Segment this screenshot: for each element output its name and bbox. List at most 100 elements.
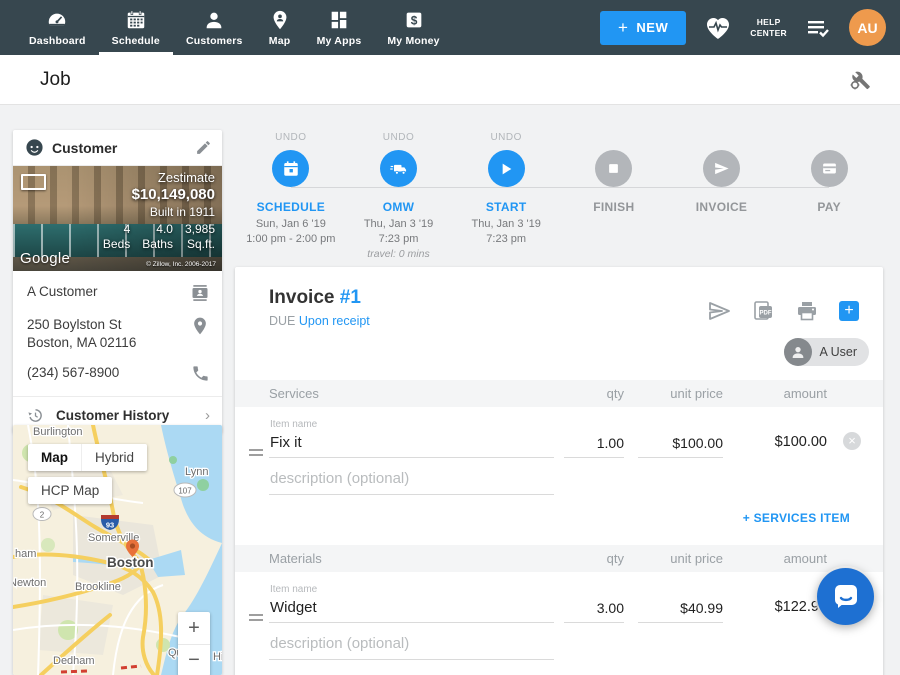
undo-omw-button[interactable]: UNDO <box>345 132 453 150</box>
zestimate-overlay: Zestimate $10,149,080 Built in 1911 4Bed… <box>103 170 215 252</box>
material-line-item: Item name Widget 3.00 $40.99 $122.97 × d… <box>235 572 883 660</box>
zoom-out-button[interactable]: − <box>178 644 210 675</box>
timeline-step-invoice: INVOICE <box>668 132 776 264</box>
customer-address-row: 250 Boylston St Boston, MA 02116 <box>27 316 210 351</box>
invoice-step-button[interactable] <box>703 150 740 187</box>
material-unit-price-input[interactable]: $40.99 <box>638 600 723 623</box>
phone-icon[interactable] <box>191 364 210 383</box>
materials-header-band: Materials qty unit price amount <box>235 545 883 572</box>
drag-handle[interactable] <box>249 449 263 459</box>
finish-step-button[interactable] <box>595 150 632 187</box>
chat-messenger-button[interactable] <box>817 568 874 625</box>
drag-handle[interactable] <box>249 614 263 624</box>
pay-step-button[interactable] <box>811 150 848 187</box>
help-center-button[interactable]: HELP CENTER <box>750 17 787 38</box>
street-view-frame-icon[interactable] <box>21 174 46 190</box>
nav-item-my-money[interactable]: $ My Money <box>374 0 452 55</box>
checklist-icon[interactable] <box>805 17 831 39</box>
schedule-step-button[interactable] <box>272 150 309 187</box>
user-avatar[interactable]: AU <box>849 9 886 46</box>
new-button[interactable]: + NEW <box>600 11 686 45</box>
nav-label: My Money <box>387 35 439 47</box>
chevron-right-icon: › <box>205 407 210 424</box>
customer-phone: (234) 567-8900 <box>27 364 119 382</box>
omw-step-button[interactable] <box>380 150 417 187</box>
material-qty-input[interactable]: 3.00 <box>564 600 624 623</box>
due-terms-link[interactable]: Upon receipt <box>299 314 370 328</box>
service-name-input[interactable]: Fix it <box>269 430 554 458</box>
customer-card-header: Customer <box>13 130 222 166</box>
material-name-input[interactable]: Widget <box>269 595 554 623</box>
zillow-copyright: © Zillow, Inc. 2006-2017 <box>146 261 216 268</box>
amount-column-header: amount <box>737 386 827 401</box>
heart-pulse-icon[interactable] <box>704 15 732 41</box>
timeline-step-schedule: UNDO SCHEDULE Sun, Jan 6 '191:00 pm - 2:… <box>237 132 345 264</box>
svg-text:Brookline: Brookline <box>75 581 121 593</box>
pdf-button[interactable]: PDF <box>751 299 775 323</box>
timeline-step-start: UNDO START Thu, Jan 3 '197:23 pm <box>452 132 560 264</box>
map-type-toggle: Map Hybrid <box>28 444 147 471</box>
nav-item-dashboard[interactable]: Dashboard <box>16 0 99 55</box>
undo-start-button[interactable]: UNDO <box>452 132 560 150</box>
map-type-hybrid-button[interactable]: Hybrid <box>81 444 147 471</box>
send-invoice-button[interactable] <box>707 299 731 323</box>
svg-text:Lynn: Lynn <box>185 466 208 478</box>
paper-plane-icon <box>707 299 731 323</box>
history-clock-icon <box>27 407 44 424</box>
services-header: Services <box>269 386 554 401</box>
printer-icon <box>795 299 819 323</box>
app-screen: Dashboard Schedule <box>0 0 900 675</box>
timeline-step-pay: PAY <box>775 132 883 264</box>
svg-text:ham: ham <box>15 548 36 560</box>
svg-text:Newton: Newton <box>13 577 46 589</box>
nav-label: Customers <box>186 35 243 47</box>
edit-pencil-icon[interactable] <box>195 139 212 156</box>
service-qty-input[interactable]: 1.00 <box>564 435 624 458</box>
location-pin-icon[interactable] <box>190 316 210 336</box>
print-button[interactable] <box>795 299 819 323</box>
invoice-header: Invoice #1 DUE Upon receipt <box>235 267 883 328</box>
invoice-number: #1 <box>340 287 361 308</box>
invoice-title: Invoice #1 <box>269 287 370 309</box>
amount-column-header: amount <box>737 551 827 566</box>
built-year: Built in 1911 <box>103 205 215 220</box>
assigned-user-chip[interactable]: A User <box>784 338 869 366</box>
svg-text:$: $ <box>410 14 417 28</box>
customer-face-icon <box>25 138 44 157</box>
remove-line-item-button[interactable]: × <box>843 432 861 450</box>
nav-item-schedule[interactable]: Schedule <box>99 0 173 55</box>
zoom-in-button[interactable]: + <box>178 612 210 644</box>
nav-label: My Apps <box>317 35 362 47</box>
google-logo: Google <box>20 250 70 267</box>
hcp-map-button[interactable]: HCP Map <box>28 477 112 504</box>
pdf-icon: PDF <box>751 299 775 323</box>
map-type-map-button[interactable]: Map <box>28 444 81 471</box>
contact-card-icon[interactable] <box>190 283 210 303</box>
unit-price-column-header: unit price <box>638 551 723 566</box>
svg-text:Burlington: Burlington <box>33 426 83 438</box>
undo-schedule-button[interactable]: UNDO <box>237 132 345 150</box>
nav-item-map[interactable]: Map <box>256 0 304 55</box>
navbar-right: + NEW HELP CENTER AU <box>600 0 900 55</box>
job-settings-wrench-icon[interactable] <box>848 68 872 92</box>
material-description-input[interactable]: description (optional) <box>269 633 554 660</box>
service-description-input[interactable]: description (optional) <box>269 468 554 495</box>
material-amount: $122.97 <box>737 599 827 623</box>
invoice-toolbar: PDF + <box>707 293 859 328</box>
apps-grid-icon <box>328 9 350 31</box>
add-services-item-button[interactable]: + SERVICES ITEM <box>743 511 850 525</box>
materials-header: Materials <box>269 551 554 566</box>
property-photo: Zestimate $10,149,080 Built in 1911 4Bed… <box>13 166 222 271</box>
customer-name-row: A Customer <box>27 283 210 303</box>
start-step-button[interactable] <box>488 150 525 187</box>
nav-item-my-apps[interactable]: My Apps <box>304 0 375 55</box>
route-2-shield: 2 <box>33 508 51 521</box>
service-unit-price-input[interactable]: $100.00 <box>638 435 723 458</box>
zestimate-value: $10,149,080 <box>103 186 215 205</box>
route-107-shield: 107 <box>174 483 196 497</box>
nav-item-customers[interactable]: Customers <box>173 0 256 55</box>
paper-plane-icon <box>713 160 730 177</box>
page-title: Job <box>40 69 71 91</box>
invoice-card: Invoice #1 DUE Upon receipt <box>235 267 883 675</box>
add-invoice-button[interactable]: + <box>839 301 859 321</box>
